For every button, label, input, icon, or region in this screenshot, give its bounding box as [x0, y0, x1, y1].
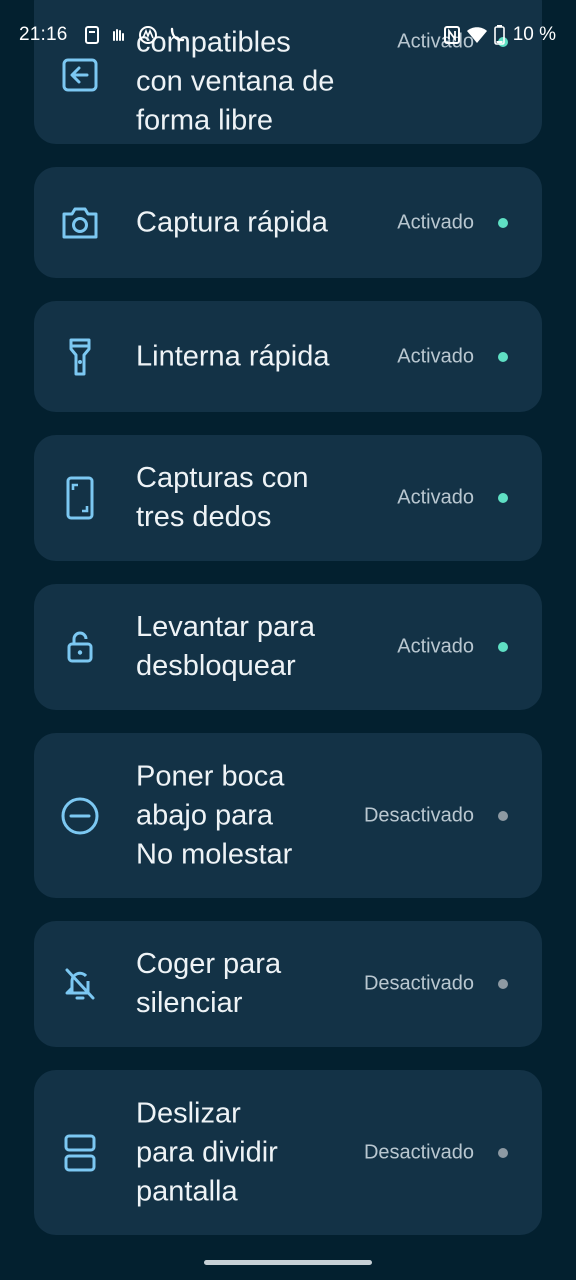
setting-row-quick-flashlight[interactable]: Linterna rápida Activado [34, 301, 542, 412]
setting-row-pickup-silence[interactable]: Coger para silenciar Desactivado [34, 921, 542, 1047]
freeform-window-icon [60, 55, 100, 95]
status-dot [498, 979, 508, 989]
status-dot [498, 37, 508, 48]
camera-icon [60, 203, 100, 243]
setting-row-swipe-split[interactable]: Deslizar para dividir pantalla Desactiva… [34, 1070, 542, 1235]
unlock-icon [60, 627, 100, 667]
setting-status: Activado [397, 635, 474, 658]
setting-row-flip-dnd[interactable]: Poner boca abajo para No molestar Desact… [34, 733, 542, 898]
setting-status: Activado [397, 211, 474, 233]
setting-status: Desactivado [363, 1141, 474, 1163]
setting-status: Activado [397, 486, 474, 509]
phone-screenshot-icon [60, 476, 100, 520]
setting-title: Deslizar para dividir pantalla [136, 1097, 278, 1207]
do-not-disturb-icon [60, 796, 100, 836]
status-dot [498, 351, 508, 362]
setting-title: Capturas con tres dedos [136, 462, 309, 533]
status-dot [498, 493, 508, 503]
setting-row-freeform[interactable]: compatibles con ventana de forma libre A… [34, 0, 542, 144]
setting-title: Coger para silenciar [136, 948, 282, 1019]
setting-title: Levantar para desbloquear [136, 611, 315, 682]
setting-status: Desactivado [363, 804, 474, 826]
split-screen-icon [60, 1133, 100, 1173]
setting-status: Activado [397, 345, 474, 367]
setting-status: Desactivado [363, 972, 474, 995]
status-dot [498, 1147, 508, 1158]
status-dot [498, 810, 508, 821]
bell-off-icon [60, 964, 100, 1004]
setting-title: Poner boca abajo para No molestar [136, 760, 293, 870]
flashlight-icon [60, 337, 100, 377]
status-dot [498, 642, 508, 652]
setting-row-lift-unlock[interactable]: Levantar para desbloquear Activado [34, 584, 542, 710]
setting-title: compatibles con ventana de forma libre [136, 26, 335, 137]
setting-row-three-finger[interactable]: Capturas con tres dedos Activado [34, 435, 542, 561]
setting-status: Activado [397, 30, 474, 53]
navigation-gesture-bar[interactable] [204, 1260, 372, 1265]
setting-row-quick-capture[interactable]: Captura rápida Activado [34, 167, 542, 278]
setting-title: Captura rápida [136, 206, 328, 238]
setting-title: Linterna rápida [136, 340, 330, 372]
status-dot [498, 217, 508, 228]
